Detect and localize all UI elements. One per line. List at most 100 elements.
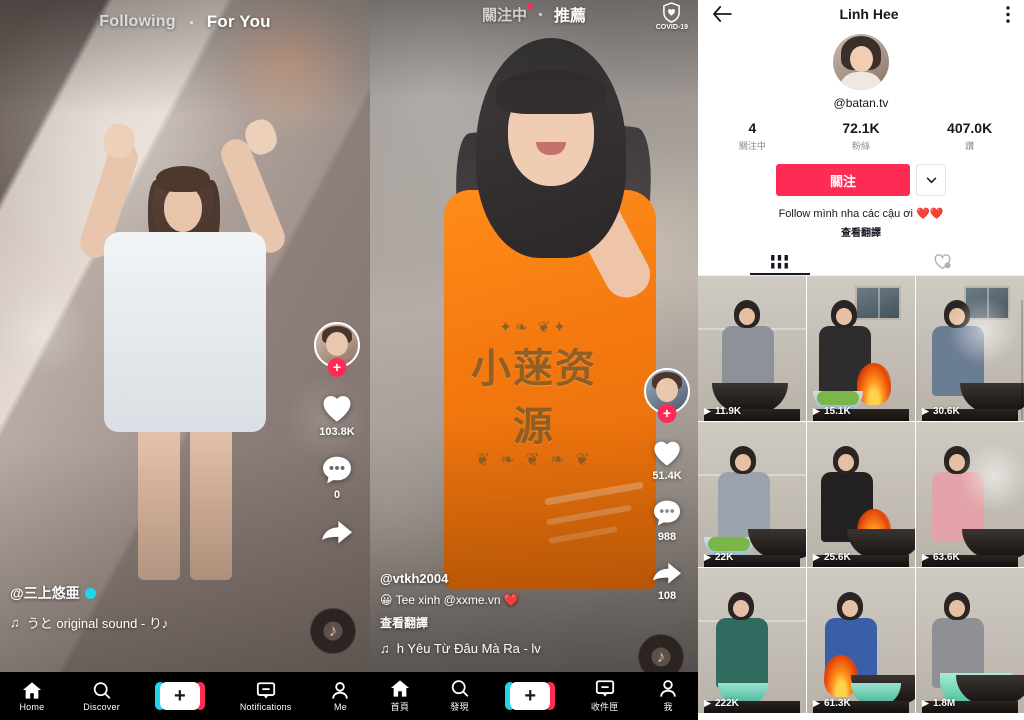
video-views: 1.8M xyxy=(921,698,955,709)
nav-home[interactable]: 首頁 xyxy=(390,679,410,713)
author-avatar[interactable]: + xyxy=(314,322,360,377)
bio-translate-link[interactable]: 查看翻譯 xyxy=(841,224,881,239)
music-row[interactable]: ♫ h Yêu Từ Đâu Mà Ra - lv xyxy=(380,641,541,656)
video-thumbnail[interactable]: 22K xyxy=(698,422,806,567)
video-views: 61.3K xyxy=(812,698,851,709)
page-title: Linh Hee xyxy=(839,6,899,22)
video-views-count: 11.9K xyxy=(715,406,742,417)
nav-me[interactable]: Me xyxy=(330,681,350,712)
video-views: 11.9K xyxy=(703,406,741,417)
follow-plus-badge[interactable]: + xyxy=(657,404,677,423)
stat-followers[interactable]: 72.1K 粉絲 xyxy=(807,120,916,152)
nav-create[interactable]: + xyxy=(505,682,556,710)
music-title: h Yêu Từ Đâu Mà Ra - lv xyxy=(396,641,541,656)
video-views-count: 25.6K xyxy=(824,552,851,563)
add-icon[interactable]: + xyxy=(154,682,205,710)
comment-icon xyxy=(653,500,681,526)
share-button[interactable]: 108 xyxy=(650,559,684,602)
video-thumbnail[interactable]: 25.6K xyxy=(807,422,915,567)
nav-inbox[interactable]: 收件匣 xyxy=(591,679,619,713)
like-count: 51.4K xyxy=(652,470,682,482)
more-options-dropdown[interactable] xyxy=(916,164,946,196)
profile-section: @batan.tv 4 關注中 72.1K 粉絲 407.0K 讚 關注 Fol… xyxy=(698,28,1024,239)
comment-count: 0 xyxy=(333,489,341,501)
comment-button[interactable]: 0 xyxy=(320,454,354,501)
avatar[interactable] xyxy=(833,34,889,90)
video-description: 😀 Tee xinh @xxme.vn ❤️ xyxy=(380,593,519,607)
see-translation-link[interactable]: 查看翻譯 xyxy=(380,614,541,631)
video-thumbnail[interactable]: 11.9K xyxy=(698,276,806,421)
author-username[interactable]: @vtkh2004 xyxy=(380,571,541,586)
comment-button[interactable]: 988 xyxy=(651,498,683,543)
add-icon[interactable]: + xyxy=(505,682,556,710)
follow-plus-badge[interactable]: + xyxy=(327,358,347,377)
tab-following-zh[interactable]: 關注中 xyxy=(482,2,533,25)
comment-count: 988 xyxy=(657,531,677,543)
video-caption: @三上悠亜 ♫ うと original sound - り♪ xyxy=(10,583,168,632)
video-thumbnail[interactable]: 61.3K xyxy=(807,568,915,713)
share-arrow-icon xyxy=(653,562,681,584)
stat-following[interactable]: 4 關注中 xyxy=(698,120,807,152)
tab-following[interactable]: Following xyxy=(99,13,175,31)
tab-for-you[interactable]: For You xyxy=(207,12,271,32)
video-views-count: 222K xyxy=(715,698,739,709)
stat-likes-value: 407.0K xyxy=(947,120,993,136)
action-rail: + 103.8K 0 xyxy=(314,322,360,563)
more-vertical-icon[interactable] xyxy=(1006,5,1010,23)
heart-outline-icon xyxy=(934,254,951,270)
profile-stats: 4 關注中 72.1K 粉絲 407.0K 讚 xyxy=(698,120,1024,152)
video-thumbnail[interactable]: 222K xyxy=(698,568,806,713)
follow-button[interactable]: 關注 xyxy=(776,164,910,196)
share-button[interactable] xyxy=(319,517,355,547)
inbox-icon xyxy=(256,681,275,699)
music-disc[interactable]: ♪ xyxy=(310,608,356,654)
like-button[interactable]: 51.4K xyxy=(650,436,684,482)
profile-handle: @batan.tv xyxy=(833,96,889,110)
stat-likes[interactable]: 407.0K 讚 xyxy=(915,120,1024,152)
author-username-row[interactable]: @三上悠亜 xyxy=(10,583,168,603)
profile-bio: Follow mình nha các cậu ơi ❤️❤️ xyxy=(778,208,944,220)
music-row[interactable]: ♫ うと original sound - り♪ xyxy=(10,613,168,632)
tab-liked-videos[interactable] xyxy=(861,249,1024,275)
video-thumbnail[interactable]: 15.1K xyxy=(807,276,915,421)
bottom-nav-zh: 首頁 發現 + 收件匣 我 xyxy=(370,672,698,720)
nav-create[interactable]: + xyxy=(154,682,205,710)
tab-recommend-zh[interactable]: 推薦 xyxy=(554,2,586,26)
nav-discover[interactable]: Discover xyxy=(83,681,120,712)
screenshot-root: Following For You + 103.8K 0 @三上悠亜 ♫ うと … xyxy=(0,0,1024,720)
search-icon xyxy=(93,681,110,699)
video-thumbnail[interactable]: 1.8M xyxy=(916,568,1024,713)
feed-tabs: 關注中 推薦 xyxy=(370,2,698,26)
nav-discover[interactable]: 發現 xyxy=(450,679,470,713)
video-thumbnail[interactable]: 63.6K xyxy=(916,422,1024,567)
nav-home[interactable]: Home xyxy=(19,681,44,712)
share-arrow-icon xyxy=(322,521,352,544)
tab-videos-grid[interactable] xyxy=(698,249,861,275)
nav-discover-label: Discover xyxy=(83,701,120,712)
back-arrow-icon[interactable] xyxy=(712,6,732,22)
tab-separator-dot xyxy=(539,12,542,16)
person-icon xyxy=(332,681,349,699)
play-icon xyxy=(703,407,712,416)
nav-discover-label: 發現 xyxy=(450,702,469,712)
like-button[interactable]: 103.8K xyxy=(319,390,355,438)
play-icon xyxy=(921,699,930,708)
nav-me-label: 我 xyxy=(663,702,673,712)
scrollbar[interactable] xyxy=(1021,300,1023,420)
nav-notifications[interactable]: Notifications xyxy=(240,681,292,712)
play-icon xyxy=(703,699,712,708)
home-icon xyxy=(390,680,409,697)
covid-info-button[interactable]: COVID-19 xyxy=(656,2,688,31)
play-icon xyxy=(812,699,821,708)
tab-separator-dot xyxy=(189,20,193,24)
video-views: 22K xyxy=(703,552,733,563)
comment-icon xyxy=(323,456,351,484)
share-count: 108 xyxy=(657,590,677,602)
author-avatar[interactable]: + xyxy=(644,368,690,423)
covid-label: COVID-19 xyxy=(655,24,688,31)
action-rail: + 51.4K 988 108 xyxy=(644,368,690,618)
search-icon xyxy=(451,680,468,697)
nav-me[interactable]: 我 xyxy=(658,679,678,713)
video-grid: 11.9K 15.1K 30.6K 22K 25.6K 63.6K 222K 6… xyxy=(698,276,1024,713)
video-thumbnail[interactable]: 30.6K xyxy=(916,276,1024,421)
